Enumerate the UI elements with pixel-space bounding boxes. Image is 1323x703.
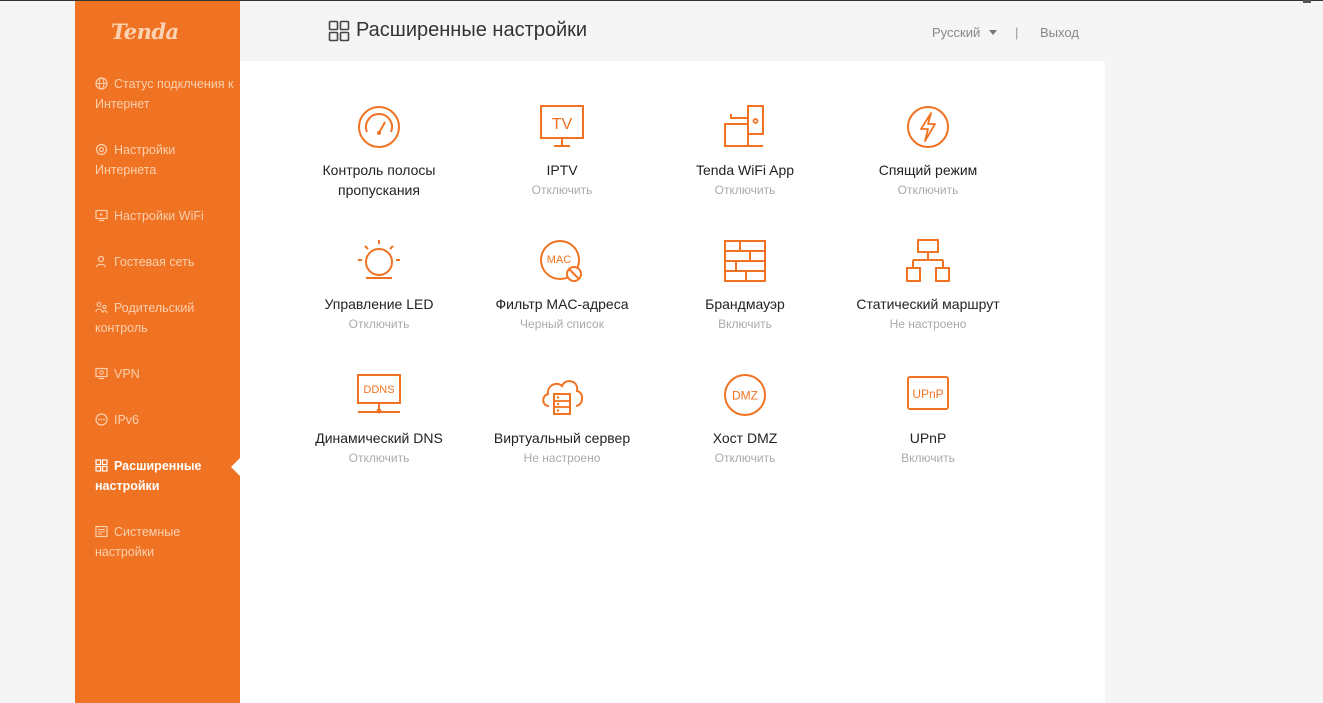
sidebar-item-label: Настройки WiFi <box>114 209 204 223</box>
system-icon <box>95 525 108 538</box>
ddns-icon: DDNS <box>357 374 401 414</box>
tile-name: Динамический DNS <box>315 430 443 446</box>
tile-name: Хост DMZ <box>712 430 778 446</box>
page-title-text: Расширенные настройки <box>356 19 588 41</box>
mac-icon-text: MAC <box>547 254 572 266</box>
tile-upnp[interactable]: UPnP UPnP Включить <box>843 372 1013 466</box>
grid-icon <box>95 459 108 472</box>
tile-status: Отключить <box>714 451 776 465</box>
tile-status: Черный список <box>520 317 604 331</box>
tile-name: Спящий режим <box>878 162 978 178</box>
dmz-icon-text: DMZ <box>732 389 758 403</box>
sidebar-item-internet-settings[interactable]: Настройки Интернета <box>95 140 235 180</box>
tile-status: Включить <box>901 451 955 465</box>
sidebar-item-label: Гостевая сеть <box>114 255 195 269</box>
parental-icon <box>95 301 108 314</box>
tile-status: Не настроено <box>889 317 967 331</box>
tile-name: IPTV <box>546 162 578 178</box>
sidebar-item-vpn[interactable]: VPN <box>95 364 235 384</box>
tile-name: UPnP <box>909 430 947 446</box>
tile-dynamic-dns[interactable]: DDNS Динамический DNS Отключить <box>294 372 464 466</box>
tile-static-route[interactable]: Статический маршрут Не настроено <box>843 238 1013 332</box>
tenda-logo: Tenda <box>111 19 179 44</box>
led-bulb-icon <box>358 240 400 279</box>
header-separator: | <box>1015 25 1019 40</box>
tile-status: Отключить <box>897 183 959 197</box>
wifi-settings-icon <box>95 209 108 222</box>
sidebar-item-label: VPN <box>114 367 140 381</box>
sidebar-item-guest-network[interactable]: Гостевая сеть <box>95 252 235 272</box>
app-device-icon <box>724 105 764 147</box>
guest-user-icon <box>95 255 107 268</box>
tile-mac-filter[interactable]: MAC Фильтр MAC-адреса Черный список <box>477 238 647 332</box>
tile-status: Отключить <box>714 183 776 197</box>
tile-iptv[interactable]: TV IPTV Отключить <box>477 104 647 198</box>
firewall-icon <box>724 240 766 282</box>
upnp-icon: UPnP <box>907 376 949 410</box>
tile-firewall[interactable]: Брандмауэр Включить <box>660 238 830 332</box>
tile-name: Фильтр MAC-адреса <box>495 296 629 312</box>
tile-name: Управление LED <box>324 296 434 312</box>
sidebar-item-connection-status[interactable]: Статус подклчения к Интернет <box>95 74 235 114</box>
globe-icon <box>95 77 108 90</box>
sidebar: Tenda Статус подклчения к Интернет Настр… <box>75 1 240 703</box>
power-bolt-icon <box>907 106 949 148</box>
page-title: Расширенные настройки <box>328 19 587 42</box>
tile-status: Отключить <box>348 451 410 465</box>
sidebar-item-wifi-settings[interactable]: Настройки WiFi <box>95 206 235 226</box>
header: Расширенные настройки Русский | Выход <box>240 1 1105 61</box>
upnp-icon-text: UPnP <box>912 387 943 401</box>
sidebar-item-label: Родительский контроль <box>95 301 195 335</box>
dmz-icon: DMZ <box>724 374 766 416</box>
tile-status: Отключить <box>531 183 593 197</box>
static-route-icon <box>906 239 950 282</box>
logout-link[interactable]: Выход <box>1040 25 1079 40</box>
tile-led-control[interactable]: Управление LED Отключить <box>294 238 464 332</box>
grid-icon <box>328 20 350 41</box>
sidebar-item-advanced-settings[interactable]: Расширенные настройки <box>95 456 235 496</box>
tile-virtual-server[interactable]: Виртуальный сервер Не настроено <box>477 372 647 466</box>
tile-name: Брандмауэр <box>705 296 785 312</box>
tile-status: Не настроено <box>523 451 601 465</box>
tile-bandwidth-control[interactable]: Контроль полосы пропускания <box>294 104 464 200</box>
sidebar-item-label: Расширенные настройки <box>95 459 202 493</box>
active-item-pointer <box>231 458 240 476</box>
tile-tenda-wifi-app[interactable]: Tenda WiFi App Отключить <box>660 104 830 198</box>
tv-icon: TV <box>540 105 584 147</box>
tile-name: Tenda WiFi App <box>695 162 795 178</box>
ipv6-icon <box>95 413 108 426</box>
tile-status: Включить <box>718 317 772 331</box>
network-icon <box>95 143 108 156</box>
tile-sleep-mode[interactable]: Спящий режим Отключить <box>843 104 1013 198</box>
speedometer-icon <box>358 106 400 148</box>
caret-down-icon <box>989 30 998 35</box>
sidebar-item-label: IPv6 <box>114 413 140 427</box>
cloud-server-icon <box>542 380 584 415</box>
window-corner-mark <box>1303 0 1311 3</box>
tile-name: Контроль полосы пропускания <box>322 162 436 198</box>
tile-status: Отключить <box>348 317 410 331</box>
advanced-settings-panel: Контроль полосы пропускания TV IPTV Откл… <box>240 61 1105 703</box>
tv-icon-text: TV <box>552 116 573 133</box>
language-label: Русский <box>932 25 981 40</box>
tile-name: Статический маршрут <box>856 296 1000 312</box>
tile-name: Виртуальный сервер <box>493 430 631 446</box>
tile-dmz-host[interactable]: DMZ Хост DMZ Отключить <box>660 372 830 466</box>
sidebar-item-ipv6[interactable]: IPv6 <box>95 410 235 430</box>
sidebar-item-parental-control[interactable]: Родительский контроль <box>95 298 235 338</box>
ddns-icon-text: DDNS <box>363 384 394 396</box>
sidebar-item-label: Статус подклчения к Интернет <box>95 77 234 111</box>
sidebar-item-system-settings[interactable]: Системные настройки <box>95 522 235 562</box>
vpn-icon <box>95 367 108 380</box>
language-select[interactable]: Русский <box>932 25 998 40</box>
mac-filter-icon: MAC <box>540 240 582 282</box>
